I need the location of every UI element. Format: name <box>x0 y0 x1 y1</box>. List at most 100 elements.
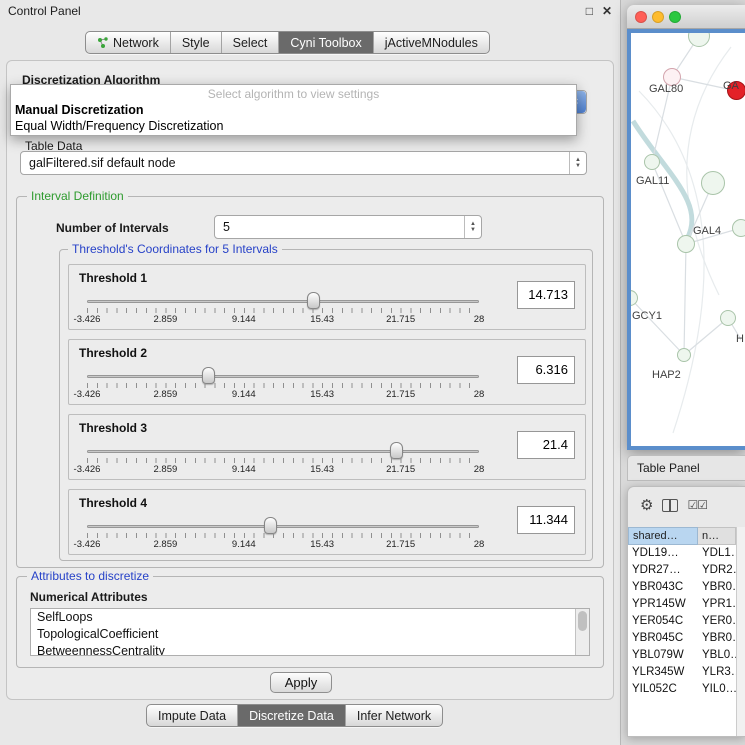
column-header-shared-name[interactable]: shared… <box>628 527 698 545</box>
table-row[interactable]: YBR043CYBR0… <box>628 579 736 596</box>
numerical-attributes-list[interactable]: SelfLoops TopologicalCoefficient Between… <box>30 608 590 656</box>
tab-select[interactable]: Select <box>221 32 279 53</box>
list-item[interactable]: TopologicalCoefficient <box>31 626 589 643</box>
list-item[interactable]: SelfLoops <box>31 609 589 626</box>
slider-scale: -3.426 2.859 9.144 15.43 21.715 28 <box>87 314 479 326</box>
network-node[interactable] <box>644 154 660 170</box>
cell[interactable]: YBR043C <box>628 579 698 596</box>
network-canvas[interactable]: GAL80 GA GAL11 GAL4 GCY1 HAP2 H <box>631 33 745 446</box>
scale-label: 21.715 <box>386 539 415 550</box>
slider-thumb[interactable] <box>390 442 403 459</box>
float-window-icon[interactable]: □ <box>586 5 593 17</box>
cell[interactable]: YBR045C <box>628 630 698 647</box>
tab-network[interactable]: Network <box>86 32 170 53</box>
close-traffic-icon[interactable] <box>635 11 647 23</box>
slider-thumb[interactable] <box>307 292 320 309</box>
slider-track[interactable] <box>87 300 479 303</box>
table-data-select[interactable]: galFiltered.sif default node ▲ ▼ <box>20 151 587 175</box>
tab-discretize-data[interactable]: Discretize Data <box>237 705 345 726</box>
scrollbar-thumb[interactable] <box>578 611 587 631</box>
table-row[interactable]: YER054CYER0… <box>628 613 736 630</box>
scale-label: -3.426 <box>74 389 101 400</box>
slider-ticks <box>87 458 479 463</box>
scale-label: 9.144 <box>232 539 256 550</box>
combo-stepper-icon[interactable]: ▲ ▼ <box>569 152 586 174</box>
cell[interactable]: YLR345W <box>628 664 698 681</box>
cell[interactable]: YDL19… <box>628 545 698 562</box>
table-panel-header[interactable]: Table Panel <box>627 455 745 481</box>
tab-label: Cyni Toolbox <box>290 36 361 50</box>
slider-thumb[interactable] <box>264 517 277 534</box>
slider-thumb[interactable] <box>202 367 215 384</box>
arrow-down-icon: ▼ <box>470 227 476 233</box>
table-body: YDL19…YDL1… YDR27…YDR2… YBR043CYBR0… YPR… <box>628 545 736 736</box>
list-item[interactable]: BetweennessCentrality <box>31 643 589 656</box>
table-row[interactable]: YBL079WYBL0… <box>628 647 736 664</box>
select-columns-icon[interactable]: ☑☑ <box>687 499 707 511</box>
network-node[interactable] <box>720 310 736 326</box>
cell[interactable]: YBL0… <box>698 647 736 664</box>
tab-cyni-toolbox[interactable]: Cyni Toolbox <box>278 32 372 53</box>
network-node[interactable] <box>732 219 745 237</box>
tab-style[interactable]: Style <box>170 32 221 53</box>
node-label: GAL80 <box>649 83 683 95</box>
cell[interactable]: YDR27… <box>628 562 698 579</box>
cell[interactable]: YPR145W <box>628 596 698 613</box>
column-header-name[interactable]: n… <box>698 527 736 545</box>
threshold-value-field[interactable]: 14.713 <box>517 281 575 309</box>
table-row[interactable]: YDR27…YDR2… <box>628 562 736 579</box>
cell[interactable]: YPR1… <box>698 596 736 613</box>
network-node[interactable] <box>701 171 725 195</box>
algorithm-option-equal-width[interactable]: Equal Width/Frequency Discretization <box>11 118 576 134</box>
algorithm-option-manual[interactable]: Manual Discretization <box>11 102 576 118</box>
tab-infer-network[interactable]: Infer Network <box>345 705 442 726</box>
table-panel-title: Table Panel <box>637 461 700 475</box>
threshold-value-field[interactable]: 11.344 <box>517 506 575 534</box>
table-row[interactable]: YDL19…YDL1… <box>628 545 736 562</box>
cell[interactable]: YDL1… <box>698 545 736 562</box>
scale-label: 2.859 <box>154 464 178 475</box>
minimize-traffic-icon[interactable] <box>652 11 664 23</box>
table-row[interactable]: YLR345WYLR3… <box>628 664 736 681</box>
scale-label: 9.144 <box>232 389 256 400</box>
threshold-slider[interactable]: -3.426 2.859 9.144 15.43 21.715 28 <box>87 291 479 329</box>
attributes-scrollbar[interactable] <box>575 609 589 655</box>
tab-jactivemnodules[interactable]: jActiveMNodules <box>373 32 489 53</box>
number-of-intervals-select[interactable]: 5 ▲ ▼ <box>214 215 482 239</box>
close-icon[interactable]: ✕ <box>602 5 612 17</box>
network-node[interactable] <box>677 235 695 253</box>
cell[interactable]: YER0… <box>698 613 736 630</box>
table-row[interactable]: YPR145WYPR1… <box>628 596 736 613</box>
gear-icon[interactable]: ⚙ <box>640 498 653 513</box>
threshold-slider[interactable]: -3.426 2.859 9.144 15.43 21.715 28 <box>87 366 479 404</box>
table-scrollbar[interactable] <box>736 527 745 736</box>
table-row[interactable]: YBR045CYBR0… <box>628 630 736 647</box>
slider-track[interactable] <box>87 450 479 453</box>
cell[interactable]: YIL052C <box>628 681 698 698</box>
bottom-tab-bar: Impute Data Discretize Data Infer Networ… <box>146 704 443 727</box>
threshold-value-field[interactable]: 21.4 <box>517 431 575 459</box>
table-data-value: galFiltered.sif default node <box>29 152 569 174</box>
apply-button[interactable]: Apply <box>270 672 332 693</box>
scale-label: 9.144 <box>232 314 256 325</box>
threshold-value-field[interactable]: 6.316 <box>517 356 575 384</box>
cell[interactable]: YDR2… <box>698 562 736 579</box>
slider-track[interactable] <box>87 525 479 528</box>
slider-track[interactable] <box>87 375 479 378</box>
threshold-slider[interactable]: -3.426 2.859 9.144 15.43 21.715 28 <box>87 441 479 479</box>
slider-ticks <box>87 533 479 538</box>
scale-label: 15.43 <box>310 389 334 400</box>
cell[interactable]: YLR3… <box>698 664 736 681</box>
cell[interactable]: YIL0… <box>698 681 736 698</box>
zoom-traffic-icon[interactable] <box>669 11 681 23</box>
network-node[interactable] <box>677 348 691 362</box>
table-row[interactable]: YIL052CYIL0… <box>628 681 736 698</box>
cell[interactable]: YER054C <box>628 613 698 630</box>
tab-impute-data[interactable]: Impute Data <box>147 705 237 726</box>
threshold-slider[interactable]: -3.426 2.859 9.144 15.43 21.715 28 <box>87 516 479 554</box>
cell[interactable]: YBR0… <box>698 579 736 596</box>
columns-icon[interactable] <box>662 499 678 512</box>
combo-stepper-icon[interactable]: ▲ ▼ <box>464 216 481 238</box>
cell[interactable]: YBR0… <box>698 630 736 647</box>
cell[interactable]: YBL079W <box>628 647 698 664</box>
